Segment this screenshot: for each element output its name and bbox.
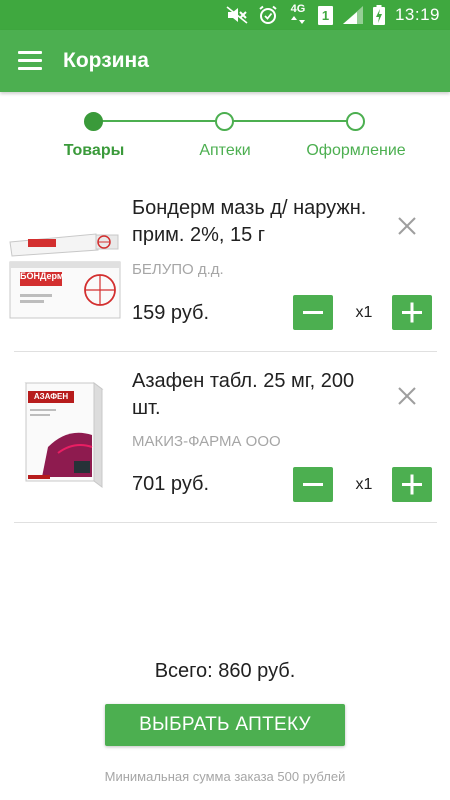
item-price: 159 руб. [132, 302, 210, 324]
azafen-package-text: АЗАФЕН [33, 392, 69, 401]
cart-item: БОНДерм Бондерм мазь д/ наружн. прим. 2%… [9, 190, 437, 352]
app-bar: Корзина [0, 30, 450, 92]
step-dot-pharmacies[interactable] [215, 112, 234, 131]
step-label-pharmacies[interactable]: Аптеки [199, 142, 250, 160]
minimum-order-note: Минимальная сумма заказа 500 рублей [104, 769, 346, 784]
network-4g-icon: 4G [288, 4, 308, 26]
menu-icon[interactable] [18, 51, 42, 71]
decrease-quantity-button[interactable] [293, 295, 333, 330]
step-dot-goods[interactable] [84, 112, 103, 131]
close-icon[interactable] [396, 215, 418, 237]
item-quantity: x1 [355, 304, 373, 321]
minus-icon [303, 483, 323, 486]
increase-quantity-button[interactable] [392, 467, 432, 502]
battery-charging-icon [372, 5, 385, 25]
cart-total: Всего: 860 руб. [154, 660, 296, 682]
step-label-checkout[interactable]: Оформление [306, 142, 405, 160]
azafen-package-image: АЗАФЕН [8, 377, 123, 497]
choose-pharmacy-button[interactable]: ВЫБРАТЬ АПТЕКУ [105, 704, 345, 746]
item-manufacturer: МАКИЗ-ФАРМА ООО [132, 433, 281, 450]
checkout-stepper: Товары Аптеки Оформление [0, 110, 450, 170]
decrease-quantity-button[interactable] [293, 467, 333, 502]
increase-quantity-button[interactable] [392, 295, 432, 330]
mute-icon [226, 6, 248, 24]
plus-icon [402, 474, 422, 495]
item-manufacturer: БЕЛУПО д.д. [132, 261, 224, 278]
bonderm-package-image: БОНДерм [8, 220, 123, 320]
status-time: 13:19 [394, 5, 440, 24]
status-icons: 4G 1 13:19 [226, 0, 440, 30]
close-icon[interactable] [396, 385, 418, 407]
alarm-icon [259, 5, 277, 24]
sim-icon: 1 [317, 5, 333, 25]
item-quantity: x1 [355, 476, 373, 493]
page-title: Корзина [63, 49, 149, 72]
bonderm-package-text: БОНДерм [20, 271, 64, 281]
minus-icon [303, 311, 323, 314]
item-name: Бондерм мазь д/ наружн. прим. 2%, 15 г [132, 197, 367, 246]
status-bar: 4G 1 13:19 [0, 0, 450, 30]
item-name: Азафен табл. 25 мг, 200 шт. [132, 370, 355, 419]
network-label: 4G [290, 3, 306, 15]
signal-icon [342, 6, 363, 24]
step-dot-checkout[interactable] [346, 112, 365, 131]
plus-icon [402, 302, 422, 323]
item-price: 701 руб. [132, 473, 210, 495]
step-label-goods[interactable]: Товары [64, 142, 125, 160]
cart-item: АЗАФЕН Азафен табл. 25 мг, 200 шт. МАКИЗ… [14, 352, 437, 523]
